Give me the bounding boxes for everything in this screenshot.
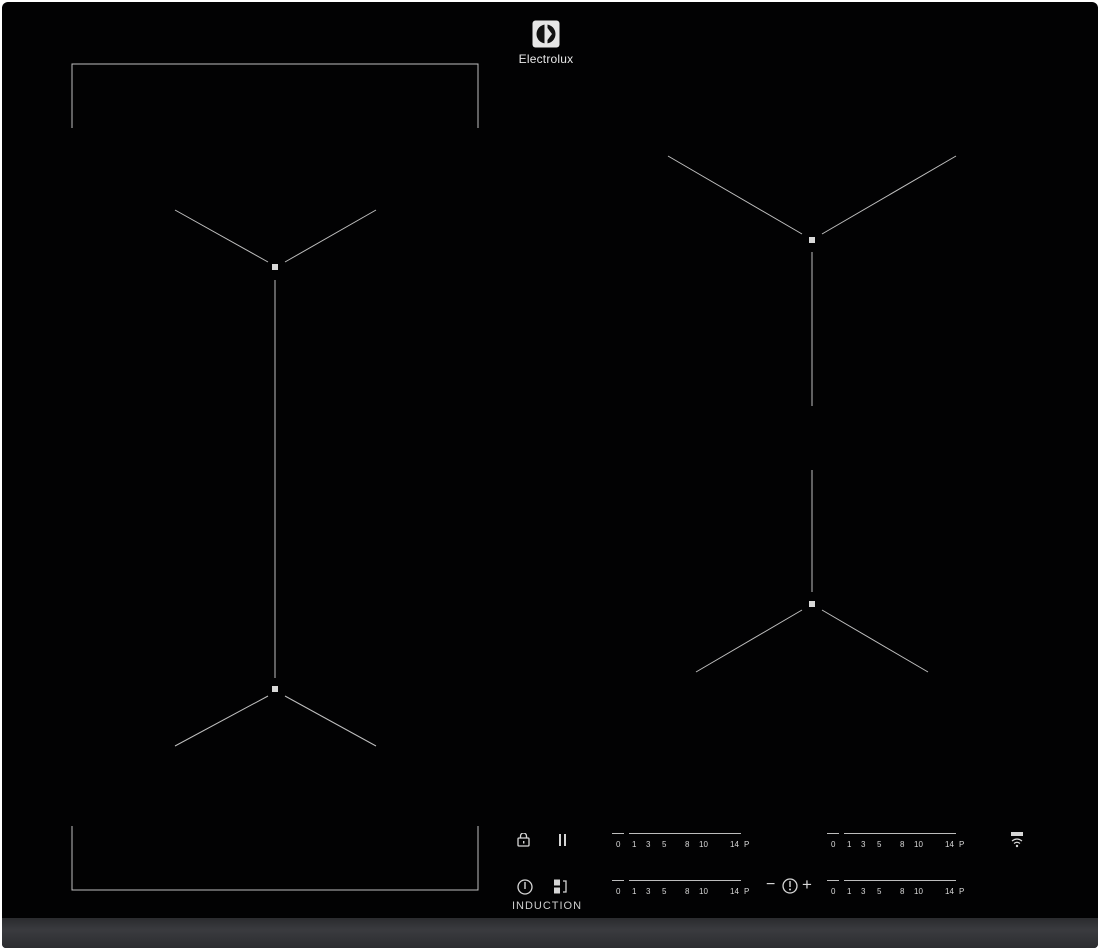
scale-mark: P (744, 840, 750, 849)
scale-mark: 10 (914, 887, 923, 896)
zone-center-dot (809, 601, 815, 607)
scale-mark: 10 (914, 840, 923, 849)
scale-mark: 1 (847, 887, 852, 896)
scale-mark: 1 (632, 887, 637, 896)
scale-mark: P (959, 840, 965, 849)
hob2hood-wifi-icon[interactable] (1008, 831, 1026, 849)
scale-mark: 14 (730, 840, 739, 849)
slider-track (629, 880, 741, 881)
slider-track (827, 880, 839, 881)
hob-frame-bottom (2, 918, 1098, 948)
slider-track (844, 880, 956, 881)
scale-mark: 10 (699, 840, 708, 849)
scale-mark: 0 (831, 840, 836, 849)
scale-mark: 14 (945, 887, 954, 896)
slider-track (612, 833, 624, 834)
scale-mark: 10 (699, 887, 708, 896)
brand-name: Electrolux (518, 52, 574, 66)
slider-track (844, 833, 956, 834)
electrolux-logo-icon (532, 20, 560, 48)
scale-mark: 8 (685, 887, 690, 896)
scale-mark: 8 (900, 887, 905, 896)
slider-track (612, 880, 624, 881)
power-slider-front-left[interactable]: 0 1 3 5 8 10 14 P (612, 880, 752, 902)
slider-track (629, 833, 741, 834)
scale-mark: 1 (847, 840, 852, 849)
bridge-zone-icon[interactable] (553, 878, 569, 896)
induction-label: INDUCTION (511, 900, 583, 912)
zone-center-dot (809, 237, 815, 243)
timer-icon (782, 878, 798, 894)
timer-plus-button[interactable]: + (802, 875, 812, 895)
timer-minus-button[interactable]: − (766, 876, 775, 894)
scale-mark: 3 (861, 887, 866, 896)
brand-logo: Electrolux (514, 20, 578, 66)
scale-mark: 5 (662, 840, 667, 849)
lock-icon[interactable] (516, 833, 532, 847)
left-zone-corner-bottom (71, 826, 479, 891)
zone-center-dot (272, 264, 278, 270)
induction-hob-glass: Electrolux INDUCTION − + 0 1 3 5 8 10 14… (2, 2, 1098, 948)
scale-mark: 8 (685, 840, 690, 849)
scale-mark: 0 (616, 887, 621, 896)
scale-mark: 1 (632, 840, 637, 849)
slider-track (827, 833, 839, 834)
power-icon[interactable] (516, 878, 534, 896)
scale-mark: 5 (877, 887, 882, 896)
left-zone-corner-top (71, 63, 479, 128)
scale-mark: 5 (877, 840, 882, 849)
scale-mark: P (959, 887, 965, 896)
zone-center-dot (272, 686, 278, 692)
scale-mark: 3 (861, 840, 866, 849)
scale-mark: P (744, 887, 750, 896)
scale-mark: 14 (730, 887, 739, 896)
scale-mark: 0 (616, 840, 621, 849)
scale-mark: 14 (945, 840, 954, 849)
power-slider-rear-right[interactable]: 0 1 3 5 8 10 14 P (827, 833, 967, 855)
scale-mark: 3 (646, 887, 651, 896)
scale-mark: 3 (646, 840, 651, 849)
cooking-zones-markings (71, 63, 957, 891)
scale-mark: 8 (900, 840, 905, 849)
scale-mark: 0 (831, 887, 836, 896)
scale-mark: 5 (662, 887, 667, 896)
power-slider-front-right[interactable]: 0 1 3 5 8 10 14 P (827, 880, 967, 902)
power-slider-rear-left[interactable]: 0 1 3 5 8 10 14 P (612, 833, 752, 855)
pause-icon[interactable] (557, 833, 569, 847)
